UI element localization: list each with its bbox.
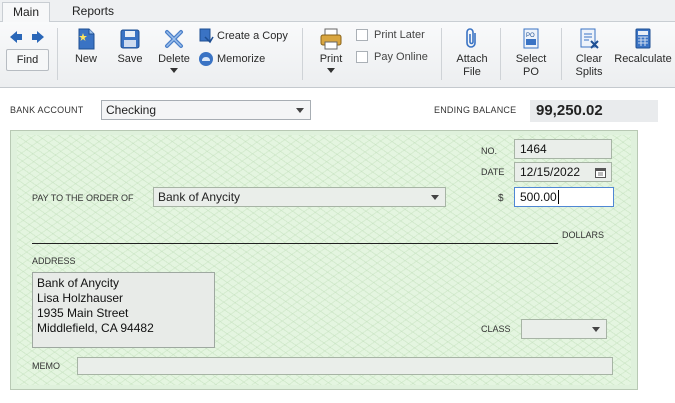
recalculate-label: Recalculate bbox=[614, 53, 672, 65]
calendar-icon[interactable] bbox=[595, 167, 606, 178]
memo-label: MEMO bbox=[32, 361, 60, 371]
chevron-down-icon bbox=[296, 108, 304, 113]
previous-arrow-icon[interactable] bbox=[9, 30, 23, 44]
address-line: Middlefield, CA 94482 bbox=[37, 321, 154, 335]
delete-label: Delete bbox=[158, 53, 190, 65]
purchase-order-icon: PO bbox=[523, 28, 539, 49]
memorize-button[interactable]: Memorize bbox=[198, 51, 265, 67]
clear-splits-icon bbox=[580, 28, 599, 49]
amount-words-line bbox=[32, 243, 558, 244]
attach-file-label-2: File bbox=[463, 66, 481, 78]
address-textarea[interactable]: Bank of Anycity Lisa Holzhauser 1935 Mai… bbox=[32, 272, 215, 348]
pay-to-label: PAY TO THE ORDER OF bbox=[32, 193, 134, 203]
amount-value: 500.00 bbox=[520, 190, 557, 204]
amount-input[interactable]: 500.00 bbox=[514, 187, 614, 207]
toolbar-ribbon: Find New Save Delete Create a Copy Memor… bbox=[0, 22, 675, 88]
find-button[interactable]: Find bbox=[6, 49, 49, 71]
address-line: 1935 Main Street bbox=[37, 306, 129, 320]
print-label: Print bbox=[319, 53, 343, 65]
date-input[interactable]: 12/15/2022 bbox=[514, 162, 612, 182]
class-label: CLASS bbox=[481, 324, 511, 334]
separator bbox=[441, 28, 442, 80]
separator bbox=[302, 28, 303, 80]
pay-to-select[interactable]: Bank of Anycity bbox=[153, 187, 446, 207]
new-document-icon bbox=[78, 28, 95, 50]
check-number-label: NO. bbox=[481, 146, 498, 156]
check-number-input[interactable]: 1464 bbox=[514, 139, 612, 159]
new-label: New bbox=[74, 53, 97, 65]
dollar-sign: $ bbox=[498, 193, 504, 204]
pay-online-option[interactable]: Pay Online bbox=[356, 51, 428, 63]
memorize-label: Memorize bbox=[217, 53, 266, 65]
create-copy-button[interactable]: Create a Copy bbox=[198, 28, 288, 44]
print-later-checkbox[interactable] bbox=[356, 29, 368, 41]
calculator-icon bbox=[635, 28, 651, 49]
attach-file-button[interactable]: Attach File bbox=[452, 28, 492, 79]
bank-account-select[interactable]: Checking bbox=[101, 100, 311, 120]
separator bbox=[500, 28, 501, 80]
new-button[interactable]: New bbox=[70, 28, 102, 66]
save-disk-icon bbox=[120, 29, 140, 49]
tab-main[interactable]: Main bbox=[2, 2, 51, 22]
text-cursor bbox=[557, 190, 559, 204]
svg-text:PO: PO bbox=[526, 33, 535, 39]
print-dropdown-arrow-icon[interactable] bbox=[327, 68, 335, 74]
print-later-option[interactable]: Print Later bbox=[356, 29, 425, 41]
delete-button[interactable]: Delete bbox=[156, 28, 192, 74]
paperclip-icon bbox=[466, 28, 476, 48]
address-label: ADDRESS bbox=[32, 256, 76, 266]
class-select[interactable] bbox=[521, 319, 607, 339]
pay-to-value: Bank of Anycity bbox=[158, 190, 241, 204]
ending-balance-label: ENDING BALANCE bbox=[434, 105, 517, 115]
tab-reports[interactable]: Reports bbox=[62, 2, 124, 22]
recalculate-button[interactable]: Recalculate bbox=[612, 28, 674, 66]
date-label: DATE bbox=[481, 167, 505, 177]
chevron-down-icon bbox=[431, 195, 439, 200]
bank-account-label: BANK ACCOUNT bbox=[10, 105, 84, 115]
save-label: Save bbox=[117, 53, 143, 65]
pay-online-label: Pay Online bbox=[374, 51, 428, 63]
delete-dropdown-arrow-icon[interactable] bbox=[170, 68, 178, 74]
printer-icon bbox=[320, 28, 342, 50]
clear-splits-label-2: Splits bbox=[575, 66, 603, 78]
print-later-label: Print Later bbox=[374, 29, 425, 41]
address-line: Bank of Anycity bbox=[37, 276, 120, 290]
chevron-down-icon bbox=[592, 327, 600, 332]
separator bbox=[57, 28, 58, 80]
select-po-label-2: PO bbox=[523, 66, 539, 78]
attach-file-label-1: Attach bbox=[456, 53, 488, 65]
address-line: Lisa Holzhauser bbox=[37, 291, 124, 305]
select-po-button[interactable]: PO Select PO bbox=[510, 28, 552, 79]
print-button[interactable]: Print bbox=[314, 28, 348, 74]
next-arrow-icon[interactable] bbox=[31, 30, 45, 44]
tab-bar: Main Reports bbox=[0, 0, 675, 22]
memorize-cloud-icon bbox=[199, 52, 213, 66]
dollars-label: DOLLARS bbox=[562, 230, 605, 240]
copy-document-icon bbox=[199, 28, 214, 44]
delete-x-icon bbox=[165, 30, 183, 48]
save-button[interactable]: Save bbox=[114, 28, 146, 66]
pay-online-checkbox[interactable] bbox=[356, 51, 368, 63]
create-copy-label: Create a Copy bbox=[217, 30, 288, 42]
clear-splits-button[interactable]: Clear Splits bbox=[570, 28, 608, 79]
clear-splits-label-1: Clear bbox=[575, 53, 603, 65]
memo-input[interactable] bbox=[77, 357, 613, 375]
date-value: 12/15/2022 bbox=[520, 165, 581, 179]
ending-balance-value: 99,250.02 bbox=[530, 100, 658, 122]
separator bbox=[561, 28, 562, 80]
write-checks-window: Main Reports Find New Save Delete Create… bbox=[0, 0, 675, 403]
select-po-label-1: Select bbox=[515, 53, 547, 65]
bank-account-value: Checking bbox=[106, 103, 157, 117]
